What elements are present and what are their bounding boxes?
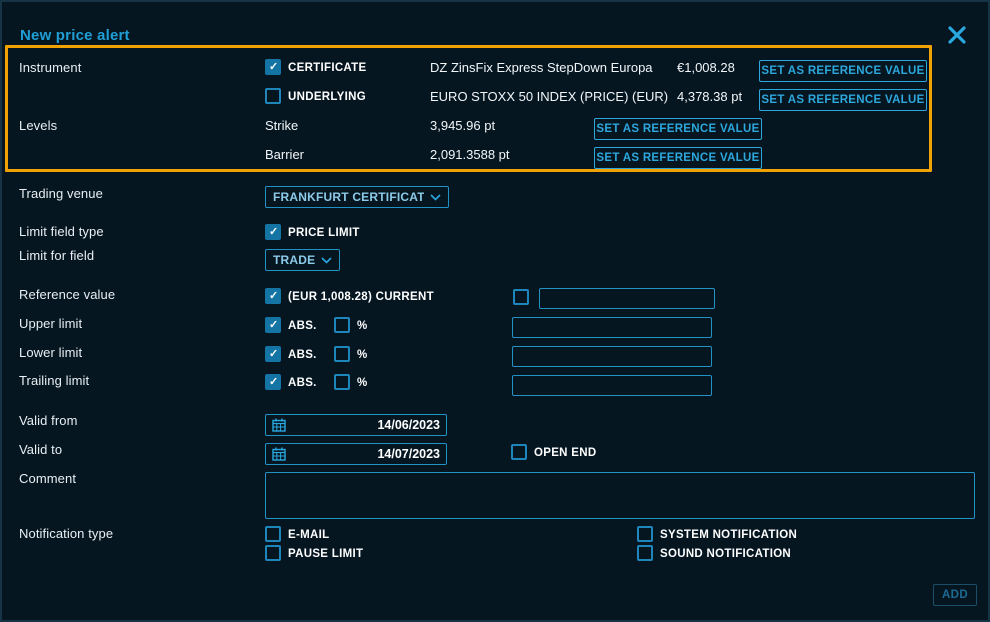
price-limit-checkbox[interactable] [265,224,281,240]
lower-pct-label: % [357,347,368,363]
open-end-label: OPEN END [534,445,596,461]
certificate-price: €1,008.28 [677,60,735,76]
certificate-name: DZ ZinsFix Express StepDown Europa [430,60,653,76]
strike-label: Strike [265,118,298,134]
reference-current-checkbox[interactable] [265,288,281,304]
limit-for-field-value: TRADE [273,253,315,267]
trailing-limit-label: Trailing limit [19,373,89,389]
upper-limit-label: Upper limit [19,316,82,332]
reference-value-label: Reference value [19,287,115,303]
chevron-down-icon [430,194,441,201]
upper-abs-label: ABS. [288,318,317,334]
underlying-name: EURO STOXX 50 INDEX (PRICE) (EUR) [430,89,668,105]
calendar-icon [272,447,286,461]
trading-venue-value: FRANKFURT CERTIFICAT… [273,190,424,204]
close-icon[interactable] [946,24,968,46]
valid-from-input[interactable]: 14/06/2023 [265,414,447,436]
lower-limit-input[interactable] [512,346,712,367]
underlying-checkbox[interactable] [265,88,281,104]
valid-to-value: 14/07/2023 [377,447,440,461]
instrument-label: Instrument [19,60,81,76]
pause-limit-checkbox[interactable] [265,545,281,561]
notification-type-label: Notification type [19,526,113,542]
lower-pct-checkbox[interactable] [334,346,350,362]
sound-notification-label: SOUND NOTIFICATION [660,546,791,562]
system-notification-checkbox[interactable] [637,526,653,542]
system-notification-label: SYSTEM NOTIFICATION [660,527,797,543]
price-limit-label: PRICE LIMIT [288,225,360,241]
upper-pct-checkbox[interactable] [334,317,350,333]
lower-limit-label: Lower limit [19,345,82,361]
strike-value: 3,945.96 pt [430,118,495,134]
chevron-down-icon [321,257,332,264]
page-title: New price alert [20,27,130,44]
reference-custom-input[interactable] [539,288,715,309]
underlying-checkbox-label: UNDERLYING [288,89,366,105]
set-reference-underlying-button[interactable]: SET AS REFERENCE VALUE [759,89,927,111]
reference-current-label: (EUR 1,008.28) CURRENT [288,289,434,305]
pause-limit-label: PAUSE LIMIT [288,546,363,562]
trailing-abs-label: ABS. [288,375,317,391]
trailing-pct-label: % [357,375,368,391]
barrier-value: 2,091.3588 pt [430,147,510,163]
limit-field-type-label: Limit field type [19,224,104,240]
set-reference-barrier-button[interactable]: SET AS REFERENCE VALUE [594,147,762,169]
sound-notification-checkbox[interactable] [637,545,653,561]
comment-label: Comment [19,471,76,487]
lower-abs-checkbox[interactable] [265,346,281,362]
email-checkbox[interactable] [265,526,281,542]
lower-abs-label: ABS. [288,347,317,363]
set-reference-certificate-button[interactable]: SET AS REFERENCE VALUE [759,60,927,82]
valid-to-input[interactable]: 14/07/2023 [265,443,447,465]
trading-venue-label: Trading venue [19,186,103,202]
add-button[interactable]: ADD [933,584,977,606]
valid-from-value: 14/06/2023 [377,418,440,432]
email-label: E-MAIL [288,527,329,543]
certificate-checkbox[interactable] [265,59,281,75]
new-price-alert-dialog: New price alert Instrument Levels CERTIF… [0,0,990,622]
valid-to-label: Valid to [19,442,62,458]
trailing-abs-checkbox[interactable] [265,374,281,390]
calendar-icon [272,418,286,432]
levels-label: Levels [19,118,57,134]
trailing-pct-checkbox[interactable] [334,374,350,390]
barrier-label: Barrier [265,147,304,163]
trailing-limit-input[interactable] [512,375,712,396]
trading-venue-select[interactable]: FRANKFURT CERTIFICAT… [265,186,449,208]
certificate-checkbox-label: CERTIFICATE [288,60,366,76]
upper-pct-label: % [357,318,368,334]
upper-abs-checkbox[interactable] [265,317,281,333]
valid-from-label: Valid from [19,413,78,429]
set-reference-strike-button[interactable]: SET AS REFERENCE VALUE [594,118,762,140]
limit-for-field-label: Limit for field [19,248,94,264]
upper-limit-input[interactable] [512,317,712,338]
open-end-checkbox[interactable] [511,444,527,460]
reference-custom-checkbox[interactable] [513,289,529,305]
comment-textarea[interactable] [265,472,975,519]
underlying-price: 4,378.38 pt [677,89,742,105]
limit-for-field-select[interactable]: TRADE [265,249,340,271]
